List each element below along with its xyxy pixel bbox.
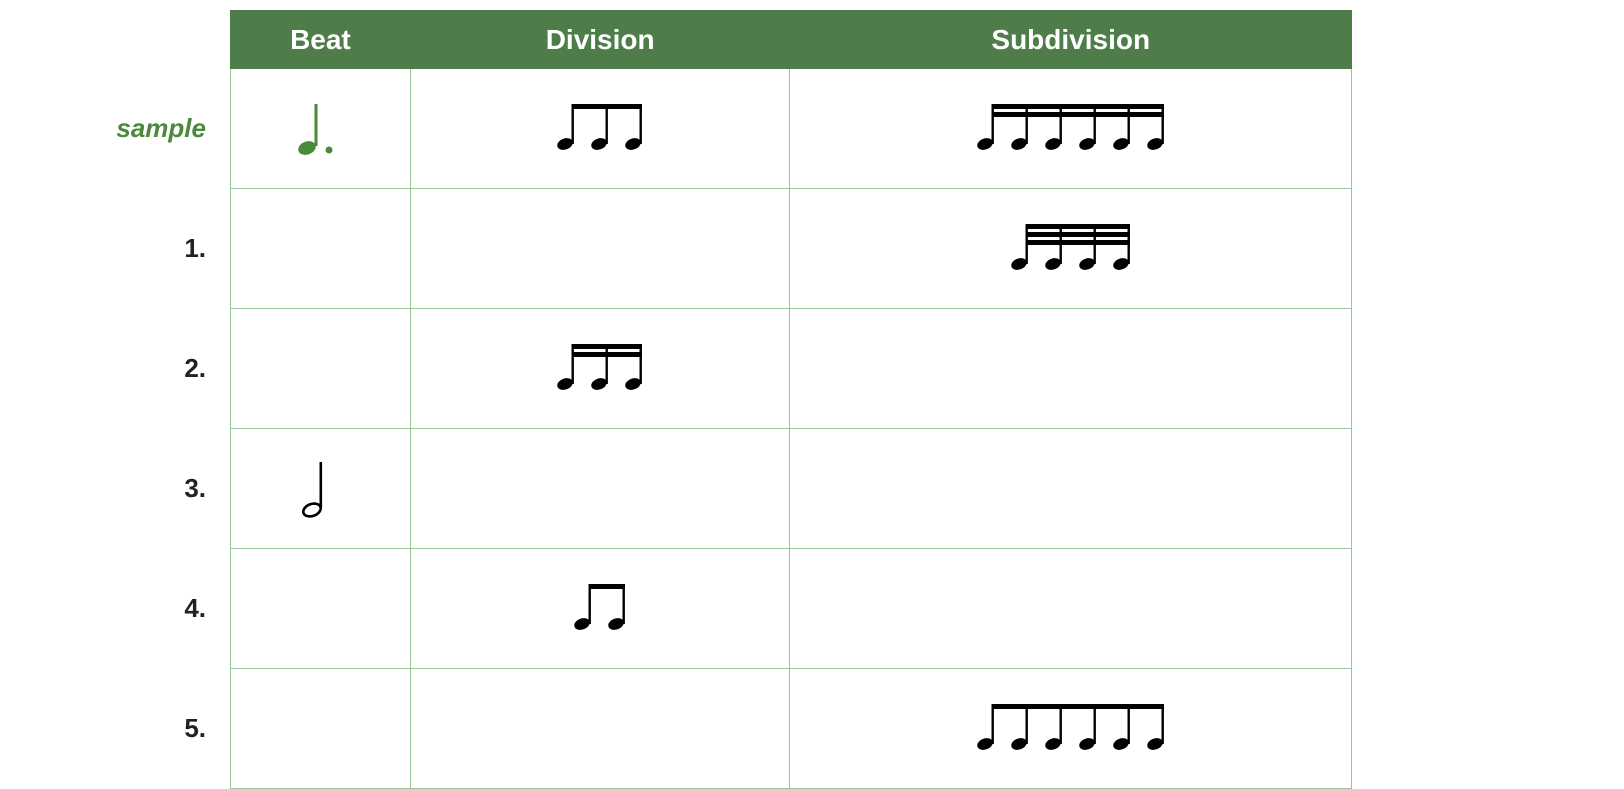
table-row bbox=[231, 69, 1352, 189]
cell-subdivision bbox=[790, 549, 1352, 669]
rhythm-table: Beat Division Subdivision bbox=[230, 10, 1352, 789]
cell-subdivision bbox=[790, 69, 1352, 189]
beamed-notes-icon bbox=[1005, 216, 1137, 281]
row-label-5: 5. bbox=[98, 668, 230, 788]
table-row bbox=[231, 669, 1352, 789]
row-label-2: 2. bbox=[98, 308, 230, 428]
row-label-sample: sample bbox=[98, 68, 230, 188]
beamed-notes-icon bbox=[568, 576, 632, 641]
cell-subdivision bbox=[790, 429, 1352, 549]
cell-beat bbox=[231, 429, 411, 549]
beamed-notes-icon bbox=[551, 336, 649, 401]
header-spacer bbox=[98, 10, 230, 68]
header-division: Division bbox=[410, 11, 790, 69]
cell-division bbox=[410, 309, 790, 429]
cell-division bbox=[410, 189, 790, 309]
table-row bbox=[231, 189, 1352, 309]
cell-subdivision bbox=[790, 189, 1352, 309]
cell-beat bbox=[231, 189, 411, 309]
cell-division bbox=[410, 69, 790, 189]
cell-division bbox=[410, 669, 790, 789]
table-body bbox=[231, 69, 1352, 789]
table-row bbox=[231, 309, 1352, 429]
row-label-1: 1. bbox=[98, 188, 230, 308]
cell-division bbox=[410, 549, 790, 669]
beamed-notes-icon bbox=[971, 96, 1171, 161]
cell-division bbox=[410, 429, 790, 549]
table-wrap: sample 1. 2. 3. 4. 5. Beat Division Subd… bbox=[98, 10, 1352, 789]
beamed-notes-icon bbox=[551, 96, 649, 161]
cell-beat bbox=[231, 549, 411, 669]
beamed-notes-icon bbox=[971, 696, 1171, 761]
cell-subdivision bbox=[790, 669, 1352, 789]
half-note-icon bbox=[290, 454, 350, 524]
cell-beat bbox=[231, 669, 411, 789]
row-labels-column: sample 1. 2. 3. 4. 5. bbox=[98, 10, 230, 789]
dotted-quarter-note-icon bbox=[285, 94, 355, 164]
header-subdivision: Subdivision bbox=[790, 11, 1352, 69]
cell-beat bbox=[231, 309, 411, 429]
table-row bbox=[231, 429, 1352, 549]
table-row bbox=[231, 549, 1352, 669]
header-beat: Beat bbox=[231, 11, 411, 69]
cell-subdivision bbox=[790, 309, 1352, 429]
row-label-4: 4. bbox=[98, 548, 230, 668]
cell-beat bbox=[231, 69, 411, 189]
row-label-3: 3. bbox=[98, 428, 230, 548]
